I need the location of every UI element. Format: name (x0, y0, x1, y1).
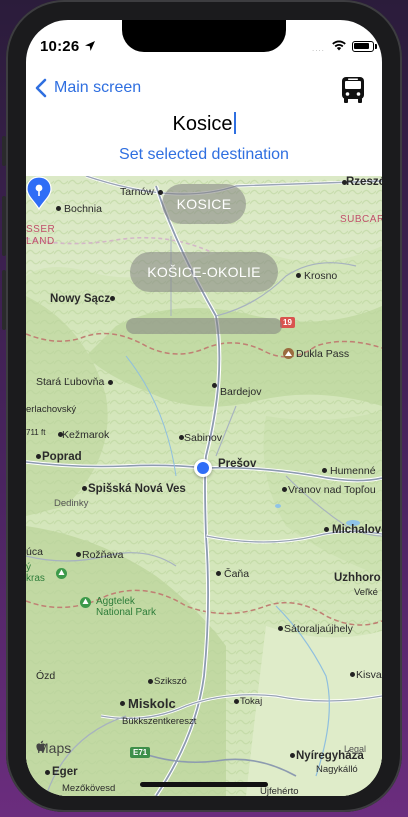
location-arrow-icon (85, 41, 95, 51)
map-label-dedinky: Dedinky (54, 498, 89, 509)
city-dot (58, 432, 63, 437)
map-label-poprad: Poprad (42, 451, 82, 463)
city-dot (56, 206, 61, 211)
destination-pin-icon[interactable] (26, 176, 52, 210)
map-label-krosno: Krosno (304, 270, 338, 282)
city-dot (282, 487, 287, 492)
map-label-nowy-sacz: Nowy Sącz (50, 293, 111, 305)
city-dot (148, 679, 153, 684)
map-label-kezmarok: Kežmarok (62, 429, 110, 441)
city-dot (212, 383, 217, 388)
map-label-ujfeherto: Újfehérto (260, 786, 299, 796)
city-dot (45, 770, 50, 775)
park-icon (80, 597, 91, 608)
text-caret (233, 112, 236, 134)
city-dot (322, 468, 327, 473)
back-button-label: Main screen (54, 79, 142, 96)
road-badge-e71: E71 (130, 747, 151, 758)
status-time: 10:26 (40, 38, 80, 55)
map-label-elevation: 711 ft (26, 428, 46, 437)
map-label-vranov: Vranov nad Topľou (288, 484, 376, 496)
map-label-tarnow: Tarnów (120, 186, 154, 198)
map-label-rzeszow: Rzeszó (346, 176, 382, 188)
chevron-left-icon (35, 78, 47, 98)
map-label-bochnia: Bochnia (64, 203, 102, 215)
map-label-cana: Čaňa (224, 568, 250, 580)
city-dot (179, 435, 184, 440)
map-label-sabinov: Sabinov (184, 432, 222, 444)
battery-icon (352, 41, 374, 52)
city-dot (342, 180, 347, 185)
city-dot (324, 527, 329, 532)
notch (122, 20, 286, 52)
map-label-bardejov: Bardejov (220, 386, 262, 398)
city-dot (158, 190, 163, 195)
suggestion-kosice-okolie[interactable]: KOŠICE-OKOLIE (130, 252, 278, 292)
city-dot (296, 273, 301, 278)
city-dot (110, 296, 115, 301)
map-label-stara-lubovna: Stará Ľubovňa (36, 376, 105, 388)
city-dot (278, 626, 283, 631)
map-label-satoraljaujhely: Sátoraljaújhely (284, 623, 353, 635)
navigation-bar: Main screen (26, 68, 382, 112)
map-label-gerlachovsky: erlachovský (26, 404, 77, 415)
mountain-pass-icon (283, 348, 294, 359)
map-label-dukla-pass: Dukla Pass (296, 348, 350, 360)
map-label-michalovce: Michalovc (332, 524, 382, 536)
map-label-aggtelek: Aggtelek National Park (96, 596, 157, 618)
home-indicator[interactable] (140, 782, 268, 787)
city-dot (36, 454, 41, 459)
destination-search-value: Kosice (172, 113, 233, 135)
map-label-velke: Veľké (354, 587, 378, 598)
map-label-nagykallo: Nagykálló (316, 764, 358, 775)
map-label-presov: Prešov (218, 458, 257, 470)
phone-screen: 10:26 .... Main screen Kosice Set select… (26, 20, 382, 796)
map-label-eger: Eger (52, 766, 78, 778)
city-dot (120, 701, 125, 706)
destination-search-input[interactable]: Kosice (26, 112, 382, 136)
map-label-ozd: Ózd (36, 670, 56, 682)
bus-icon[interactable] (340, 76, 366, 104)
map-label-miskolc: Miskolc (128, 696, 176, 711)
city-dot (350, 672, 355, 677)
apple-logo-icon (36, 740, 46, 752)
map-view[interactable]: Rzeszó Tarnów Bochnia SSER LAND SUBCAR N… (26, 176, 382, 796)
legal-link[interactable]: Legal (344, 744, 366, 754)
city-dot (216, 571, 221, 576)
map-label-bukkszentkereszt: Bükkszentkereszt (122, 716, 197, 727)
city-dot (234, 699, 239, 704)
map-label-lesser-poland: SSER LAND (26, 224, 56, 247)
map-label-spisska-nova-ves: Spišská Nová Ves (88, 483, 186, 495)
map-label-kras: ý kras (26, 562, 45, 584)
set-destination-button[interactable]: Set selected destination (26, 146, 382, 164)
map-label-roznava: Rožňava (82, 549, 124, 561)
road-badge-19: 19 (280, 317, 295, 328)
map-label-subcarpathian: SUBCAR (340, 214, 382, 225)
map-label-humenne: Humenné (330, 465, 376, 477)
city-dot (290, 753, 295, 758)
city-dot (108, 380, 113, 385)
suggestion-kosice[interactable]: KOSICE (162, 184, 246, 224)
wifi-icon (332, 40, 346, 51)
maps-attribution: Maps (36, 740, 71, 756)
map-label-uca: úca (26, 546, 43, 558)
map-label-mezokovesd: Mezőkövesd (62, 783, 116, 794)
map-label-kisva: Kisva (356, 669, 382, 681)
map-label-tokaj: Tokaj (240, 696, 263, 707)
city-dot (76, 552, 81, 557)
park-icon (56, 568, 67, 579)
device-background: 10:26 .... Main screen Kosice Set select… (0, 0, 408, 817)
map-label-szikszo: Szikszó (154, 676, 187, 687)
city-dot (82, 486, 87, 491)
suggestion-partial[interactable] (126, 318, 282, 334)
battery-cap (375, 44, 377, 49)
current-location-dot (194, 459, 212, 477)
map-label-uzhhorod: Uzhhoro (334, 572, 381, 584)
signal-icon: .... (312, 44, 325, 53)
back-button[interactable]: Main screen (34, 78, 141, 98)
